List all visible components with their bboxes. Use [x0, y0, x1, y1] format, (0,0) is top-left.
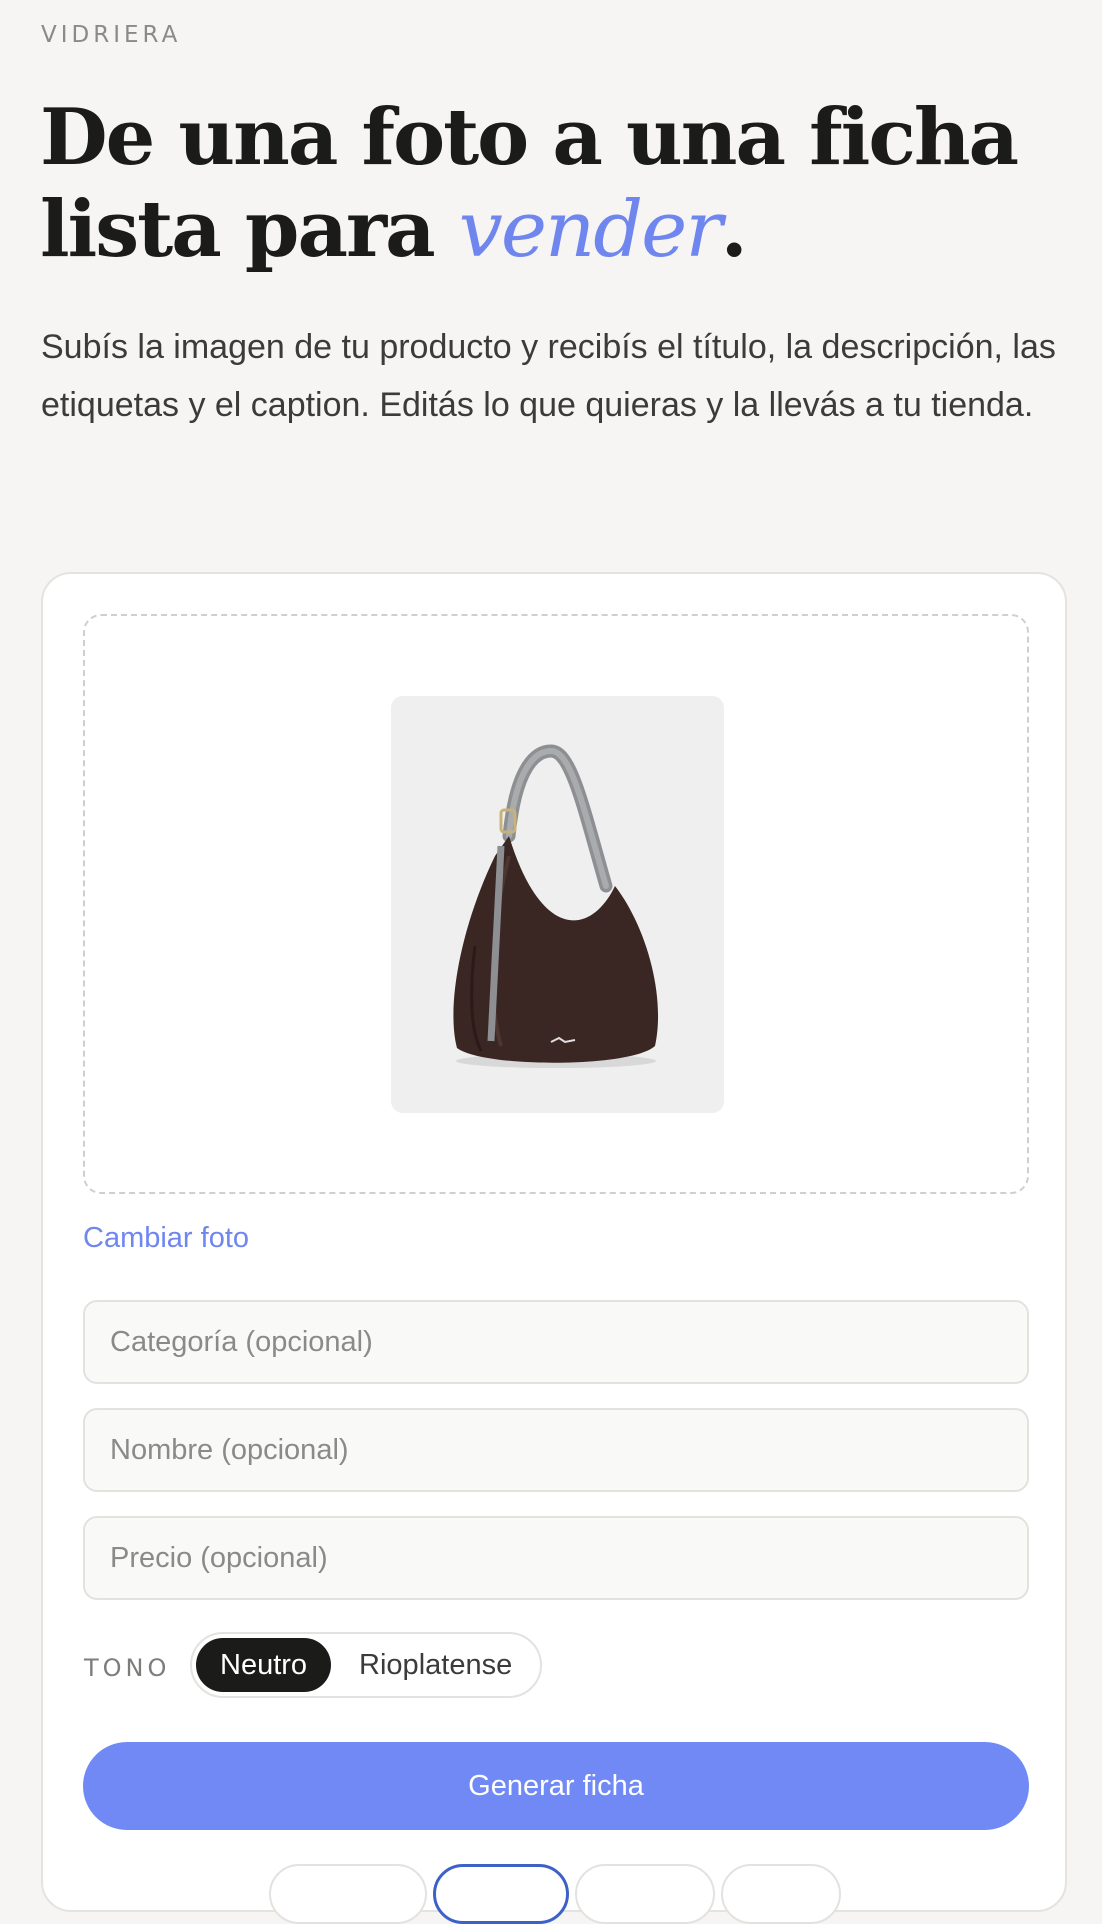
- tone-option-rioplatense[interactable]: Rioplatense: [335, 1638, 536, 1692]
- headline-line-2-prefix: lista para: [40, 184, 459, 275]
- name-input[interactable]: [83, 1408, 1029, 1492]
- handbag-illustration: [391, 696, 724, 1113]
- product-photo: [391, 696, 724, 1113]
- tab-pill[interactable]: [721, 1864, 841, 1924]
- tab-pill-active[interactable]: [433, 1864, 569, 1924]
- tone-toggle: Neutro Rioplatense: [190, 1632, 543, 1698]
- generator-card: Cambiar foto TONO Neutro Rioplatense Gen…: [41, 572, 1067, 1924]
- headline-accent-word: vender: [458, 185, 723, 275]
- lead-paragraph: Subís la imagen de tu producto y recibís…: [41, 328, 1056, 424]
- tab-pill[interactable]: [269, 1864, 427, 1924]
- change-photo-link[interactable]: Cambiar foto: [83, 1222, 249, 1255]
- image-dropzone[interactable]: [83, 614, 1029, 1194]
- headline-line-1: De una foto a una ficha: [40, 92, 1019, 183]
- page: VIDRIERA De una foto a una ficha lista p…: [0, 0, 1102, 1924]
- category-input[interactable]: [83, 1300, 1029, 1384]
- headline-suffix: .: [720, 184, 748, 275]
- price-input[interactable]: [83, 1516, 1029, 1600]
- tone-option-neutro[interactable]: Neutro: [196, 1638, 332, 1692]
- tone-label: TONO: [84, 1654, 171, 1682]
- tab-pill[interactable]: [575, 1864, 715, 1924]
- page-title: De una foto a una ficha lista para vende…: [40, 92, 1060, 276]
- generate-button[interactable]: Generar ficha: [83, 1742, 1029, 1830]
- eyebrow-label: VIDRIERA: [41, 22, 182, 48]
